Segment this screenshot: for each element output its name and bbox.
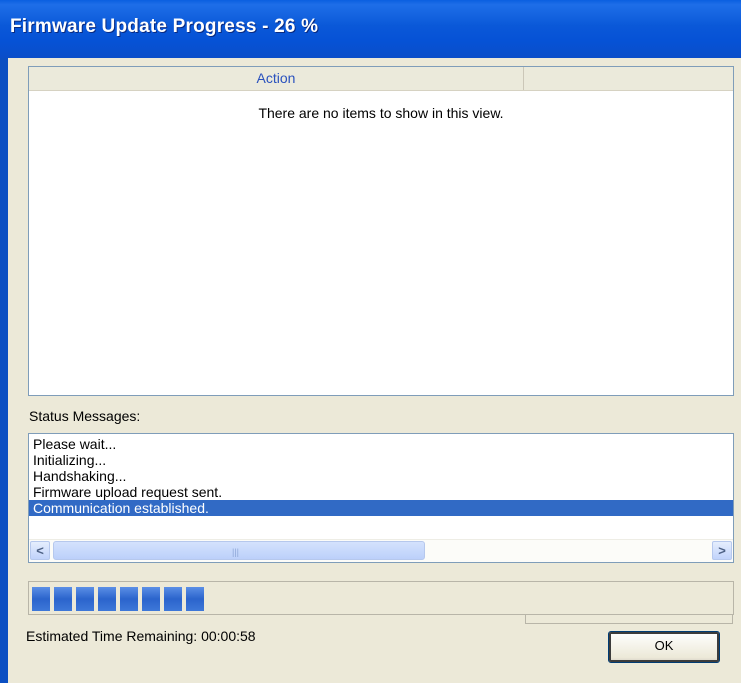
status-message[interactable]: Please wait... xyxy=(29,436,733,452)
progress-block xyxy=(32,587,50,611)
scroll-right-button[interactable]: > xyxy=(712,541,732,560)
estimated-time-remaining: Estimated Time Remaining: 00:00:58 xyxy=(26,628,256,644)
progress-block xyxy=(120,587,138,611)
grip-icon: ||| xyxy=(232,547,240,557)
status-messages-list[interactable]: Please wait... Initializing... Handshaki… xyxy=(28,433,734,563)
ok-button[interactable]: OK xyxy=(608,631,720,663)
column-header-action[interactable]: Action xyxy=(29,67,524,90)
chevron-right-icon: > xyxy=(718,543,726,558)
progress-block xyxy=(54,587,72,611)
status-messages-label: Status Messages: xyxy=(29,408,141,424)
action-list-view[interactable]: Action Progress There are no items to sh… xyxy=(28,66,734,624)
empty-list-message: There are no items to show in this view. xyxy=(258,105,504,121)
list-header: Action Progress xyxy=(29,67,733,624)
status-message[interactable]: Initializing... xyxy=(29,452,733,468)
status-message-selected[interactable]: Communication established. xyxy=(29,500,733,516)
progress-block xyxy=(186,587,204,611)
title-bar[interactable]: Firmware Update Progress - 26 % xyxy=(0,0,741,58)
progress-block xyxy=(76,587,94,611)
progress-block xyxy=(142,587,160,611)
dialog-client-area: Action Progress There are no items to sh… xyxy=(8,58,741,683)
progress-block xyxy=(164,587,182,611)
update-progress-bar xyxy=(28,581,734,615)
window-title: Firmware Update Progress - 26 % xyxy=(10,16,319,37)
horizontal-scrollbar[interactable]: < ||| > xyxy=(29,539,733,562)
chevron-left-icon: < xyxy=(36,543,44,558)
status-message[interactable]: Handshaking... xyxy=(29,468,733,484)
scroll-left-button[interactable]: < xyxy=(30,541,50,560)
status-message[interactable]: Firmware upload request sent. xyxy=(29,484,733,500)
progress-block xyxy=(98,587,116,611)
firmware-update-window: Firmware Update Progress - 26 % Action P… xyxy=(0,0,741,683)
scrollbar-thumb[interactable]: ||| xyxy=(53,541,425,560)
